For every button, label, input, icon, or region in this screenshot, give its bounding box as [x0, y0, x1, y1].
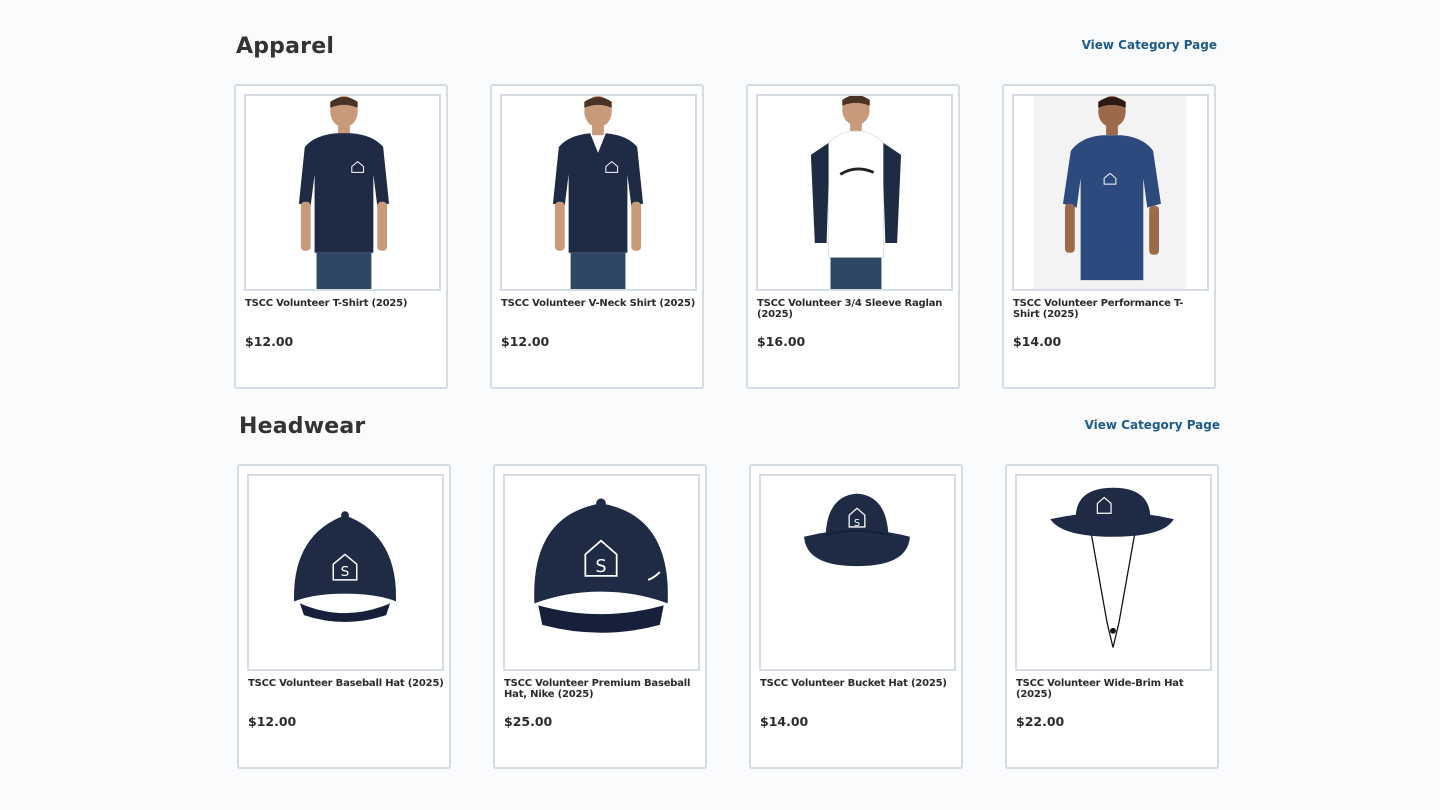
product-price: $22.00 [1016, 714, 1065, 729]
product-image[interactable] [500, 94, 697, 291]
svg-text:S: S [595, 557, 606, 577]
product-card[interactable]: TSCC Volunteer T-Shirt (2025) $12.00 [234, 84, 448, 389]
premium-hat-photo: S [534, 498, 668, 633]
product-name[interactable]: TSCC Volunteer Premium Baseball Hat, Nik… [504, 678, 700, 700]
product-price: $12.00 [248, 714, 297, 729]
product-price: $14.00 [760, 714, 809, 729]
product-price: $14.00 [1013, 334, 1062, 349]
product-name[interactable]: TSCC Volunteer Baseball Hat (2025) [248, 678, 444, 689]
product-name[interactable]: TSCC Volunteer Performance T-Shirt (2025… [1013, 298, 1209, 320]
section-title: Apparel [236, 34, 335, 59]
section-header: Headwear View Category Page [239, 414, 1225, 454]
product-image[interactable]: S [247, 474, 444, 671]
product-price: $25.00 [504, 714, 553, 729]
product-image[interactable] [1015, 474, 1212, 671]
product-name[interactable]: TSCC Volunteer Wide-Brim Hat (2025) [1016, 678, 1212, 700]
product-name[interactable]: TSCC Volunteer 3/4 Sleeve Raglan (2025) [757, 298, 953, 320]
vneck-photo [552, 96, 644, 289]
raglan-photo [810, 96, 902, 289]
product-image[interactable]: S [759, 474, 956, 671]
product-image[interactable]: S [503, 474, 700, 671]
section-title: Headwear [239, 414, 366, 439]
product-card[interactable]: S TSCC Volunteer Premium Baseball Hat, N… [493, 464, 707, 769]
wide-brim-hat-photo [1050, 487, 1174, 648]
product-price: $12.00 [245, 334, 294, 349]
product-card[interactable]: S TSCC Volunteer Bucket Hat (2025) $14.0… [749, 464, 963, 769]
product-name[interactable]: TSCC Volunteer Bucket Hat (2025) [760, 678, 956, 689]
tshirt-photo [298, 96, 390, 289]
view-category-link[interactable]: View Category Page [1085, 418, 1220, 432]
product-card[interactable]: TSCC Volunteer Wide-Brim Hat (2025) $22.… [1005, 464, 1219, 769]
product-name[interactable]: TSCC Volunteer V-Neck Shirt (2025) [501, 298, 697, 309]
svg-text:S: S [341, 564, 350, 580]
product-card[interactable]: TSCC Volunteer 3/4 Sleeve Raglan (2025) … [746, 84, 960, 389]
product-name[interactable]: TSCC Volunteer T-Shirt (2025) [245, 298, 441, 309]
section-header: Apparel View Category Page [236, 34, 1222, 74]
product-image[interactable] [244, 94, 441, 291]
apparel-section: Apparel View Category Page [236, 34, 1222, 74]
product-price: $16.00 [757, 334, 806, 349]
product-image[interactable] [756, 94, 953, 291]
product-card[interactable]: TSCC Volunteer Performance T-Shirt (2025… [1002, 84, 1216, 389]
baseball-hat-photo: S [293, 511, 397, 622]
product-card[interactable]: S TSCC Volunteer Baseball Hat (2025) $12… [237, 464, 451, 769]
product-price: $12.00 [501, 334, 550, 349]
view-category-link[interactable]: View Category Page [1082, 38, 1217, 52]
product-image[interactable] [1012, 94, 1209, 291]
bucket-hat-photo: S [804, 493, 910, 567]
headwear-section: Headwear View Category Page [239, 414, 1225, 454]
performance-tshirt-photo [1033, 96, 1187, 289]
product-card[interactable]: TSCC Volunteer V-Neck Shirt (2025) $12.0… [490, 84, 704, 389]
svg-text:S: S [854, 518, 860, 529]
